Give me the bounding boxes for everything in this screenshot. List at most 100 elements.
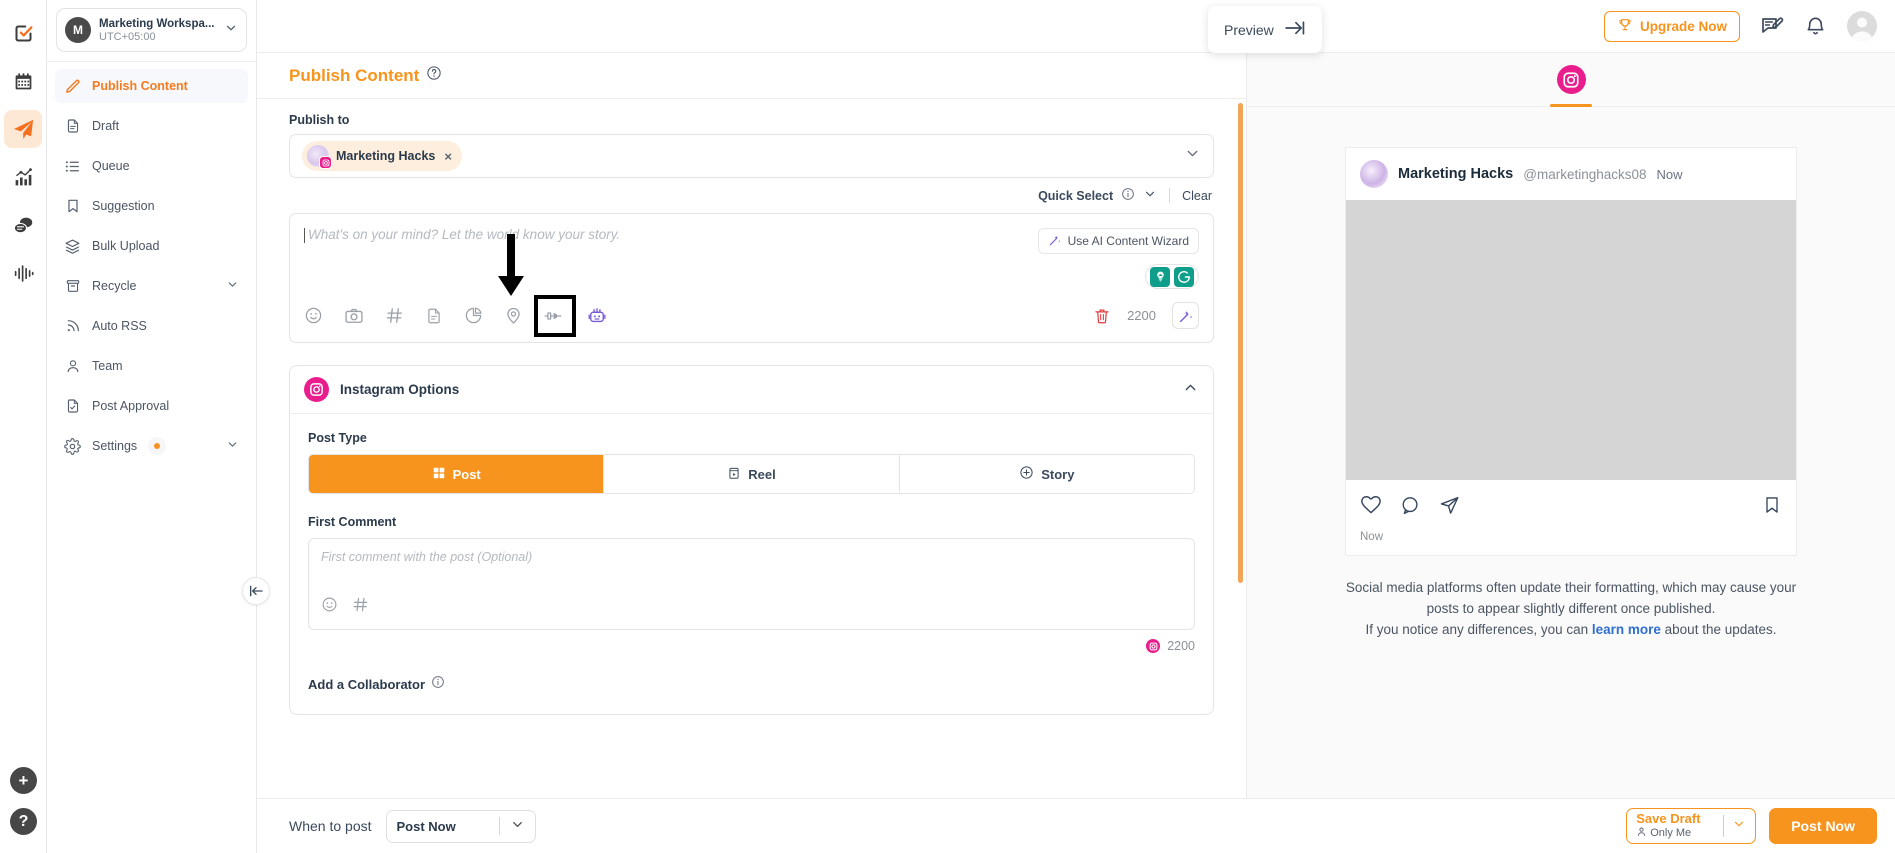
first-comment-label: First Comment	[308, 515, 397, 529]
first-comment-box[interactable]: First comment with the post (Optional)	[308, 538, 1195, 630]
sidebar-item-label: Publish Content	[92, 79, 188, 93]
first-comment-input[interactable]: First comment with the post (Optional)	[321, 550, 1182, 564]
bot-icon[interactable]	[587, 306, 607, 326]
ai-content-wizard-label: Use AI Content Wizard	[1067, 234, 1189, 248]
instagram-icon	[304, 377, 329, 402]
poll-icon[interactable]	[464, 306, 483, 325]
post-type-story[interactable]: Story	[899, 455, 1194, 493]
left-icon-rail: + ?	[0, 0, 47, 853]
sidebar-item-queue[interactable]: Queue	[55, 149, 248, 183]
help-circle-icon[interactable]	[426, 65, 442, 86]
sidebar-item-settings[interactable]: Settings	[55, 429, 248, 463]
preview-label: Preview	[1224, 21, 1274, 38]
publish-icon[interactable]	[4, 110, 42, 148]
add-button[interactable]: +	[10, 767, 37, 794]
upgrade-now-button[interactable]: Upgrade Now	[1603, 10, 1740, 42]
publish-to-label: Publish to	[289, 113, 350, 127]
idea-bulb-icon[interactable]	[1150, 266, 1170, 287]
document-icon[interactable]	[425, 307, 443, 325]
analytics-icon[interactable]	[4, 158, 42, 196]
composer-toolbar: 2200	[290, 234, 1213, 342]
preview-disclaimer: Social media platforms often update thei…	[1336, 578, 1806, 641]
sidebar-item-recycle[interactable]: Recycle	[55, 269, 248, 303]
doc-check-icon	[64, 398, 81, 415]
sidebar-item-team[interactable]: Team	[55, 349, 248, 383]
tab-instagram[interactable]	[1550, 65, 1592, 107]
clear-button[interactable]: Clear	[1182, 189, 1212, 203]
like-heart-icon[interactable]	[1360, 494, 1382, 521]
workspace-switcher-wrap: M Marketing Workspa... UTC+05:00	[47, 0, 256, 61]
comment-icon[interactable]	[1400, 495, 1421, 521]
sidebar-item-publish-content[interactable]: Publish Content	[55, 69, 248, 103]
learn-more-link[interactable]: learn more	[1592, 622, 1661, 637]
save-draft-label: Save Draft	[1636, 810, 1701, 826]
chevron-up-icon[interactable]	[1182, 379, 1199, 401]
hashtag-icon[interactable]	[385, 306, 404, 325]
magic-wand-icon	[1048, 233, 1062, 250]
publish-to-select[interactable]: Marketing Hacks ×	[289, 134, 1214, 178]
editor-scrollbar[interactable]	[1238, 103, 1243, 583]
info-icon[interactable]	[1121, 187, 1135, 204]
ai-magic-button[interactable]	[1172, 302, 1199, 329]
chevron-down-icon[interactable]	[1724, 817, 1746, 836]
sidebar-item-suggestion[interactable]: Suggestion	[55, 189, 248, 223]
composer-input[interactable]: What's on your mind? Let the world know …	[304, 227, 1026, 243]
when-to-post-label: When to post	[289, 818, 372, 834]
upgrade-now-label: Upgrade Now	[1639, 18, 1727, 34]
quick-select-label[interactable]: Quick Select	[1038, 189, 1113, 203]
sidebar-item-post-approval[interactable]: Post Approval	[55, 389, 248, 423]
sidebar-item-label: Auto RSS	[92, 319, 147, 333]
sidebar-item-bulk-upload[interactable]: Bulk Upload	[55, 229, 248, 263]
post-now-button[interactable]: Post Now	[1769, 808, 1877, 844]
user-avatar[interactable]	[1847, 11, 1877, 41]
inbox-icon[interactable]	[4, 206, 42, 244]
close-icon[interactable]: ×	[444, 150, 452, 163]
composer-assist-row	[290, 254, 1213, 289]
workspace-switcher[interactable]: M Marketing Workspa... UTC+05:00	[56, 8, 247, 52]
delete-icon[interactable]	[1093, 307, 1111, 325]
share-icon[interactable]	[1439, 495, 1460, 521]
chevron-down-icon	[226, 278, 239, 294]
emoji-icon[interactable]	[304, 306, 323, 325]
workspace-name: Marketing Workspa...	[99, 17, 215, 30]
listening-icon[interactable]	[4, 254, 42, 292]
rss-icon	[64, 318, 81, 335]
plug-icon[interactable]	[534, 294, 576, 337]
avatar	[1360, 160, 1388, 188]
grammarly-pill[interactable]	[1145, 264, 1199, 289]
sidebar-item-draft[interactable]: Draft	[55, 109, 248, 143]
post-type-reel[interactable]: Reel	[604, 455, 900, 493]
sidebar-item-auto-rss[interactable]: Auto RSS	[55, 309, 248, 343]
first-comment-count: 2200	[1167, 639, 1195, 653]
rail-bottom-actions: + ?	[0, 767, 47, 835]
account-chip[interactable]: Marketing Hacks ×	[302, 141, 462, 171]
ai-content-wizard-button[interactable]: Use AI Content Wizard	[1037, 228, 1199, 254]
notifications-bell-icon[interactable]	[1804, 15, 1827, 38]
collapse-sidebar-button[interactable]	[242, 577, 270, 605]
emoji-icon[interactable]	[321, 596, 338, 618]
preview-toggle-button[interactable]: Preview	[1208, 6, 1322, 53]
first-comment-tools	[321, 596, 1182, 618]
help-button[interactable]: ?	[10, 808, 37, 835]
hashtag-icon[interactable]	[352, 596, 369, 618]
feedback-icon[interactable]	[1760, 14, 1784, 38]
when-to-post-select[interactable]: Post Now	[385, 809, 536, 843]
instagram-options-header[interactable]: Instagram Options	[290, 366, 1213, 414]
preview-post-header: Marketing Hacks @marketinghacks08 Now	[1346, 148, 1796, 200]
post-type-post[interactable]: Post	[309, 455, 605, 493]
tasks-icon[interactable]	[4, 14, 42, 52]
editor-scroll-region: Publish to Marketing Hacks × Quick Selec…	[257, 99, 1246, 798]
chevron-down-icon	[500, 817, 525, 835]
info-icon[interactable]	[431, 675, 445, 694]
bookmark-icon[interactable]	[1762, 495, 1782, 520]
save-draft-button[interactable]: Save Draft Only Me	[1626, 808, 1757, 844]
preview-pane: Preview Marketing Hacks @marketinghacks0…	[1208, 6, 1895, 798]
calendar-icon[interactable]	[4, 62, 42, 100]
chevron-down-icon[interactable]	[1143, 187, 1157, 204]
workspace-text: Marketing Workspa... UTC+05:00	[99, 18, 224, 43]
camera-icon[interactable]	[344, 306, 364, 326]
grammarly-icon[interactable]	[1174, 266, 1194, 287]
chevron-down-icon[interactable]	[1184, 145, 1201, 167]
location-icon[interactable]	[504, 306, 523, 325]
preview-media-placeholder	[1346, 200, 1796, 480]
